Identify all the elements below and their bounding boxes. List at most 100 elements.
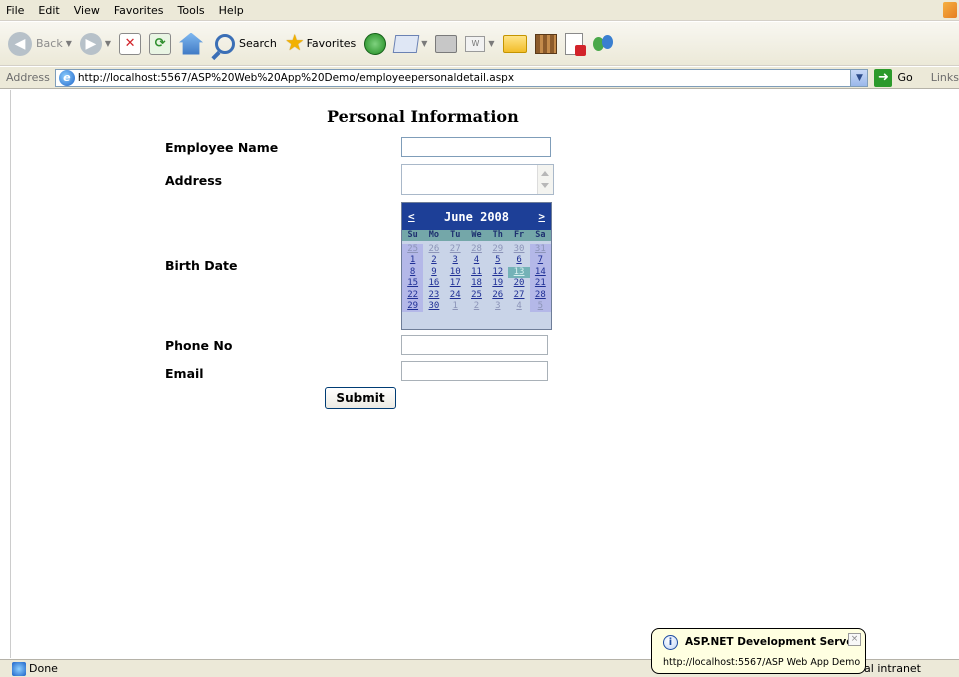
calendar-day[interactable]: 27	[508, 290, 529, 301]
calendar-day[interactable]: 10	[445, 267, 466, 278]
calendar-month: June 2008	[443, 209, 510, 224]
address-input[interactable]: e http://localhost:5567/ASP%20Web%20App%…	[54, 68, 869, 87]
go-arrow-icon: ➜	[874, 68, 893, 87]
mail-icon	[393, 34, 420, 53]
security-zone: al intranet	[864, 662, 921, 675]
refresh-icon: ⟳	[149, 32, 172, 55]
refresh-button[interactable]: ⟳	[149, 32, 172, 55]
calendar-day[interactable]: 6	[508, 255, 529, 266]
print-icon	[435, 34, 458, 53]
search-button[interactable]: Search	[215, 33, 277, 54]
birth-date-calendar: < June 2008 > Su Mo Tu We Th Fr Sa 25 26 2…	[401, 202, 552, 330]
calendar-day[interactable]: 14	[529, 266, 551, 279]
notification-balloon[interactable]: i ASP.NET Development Server × http://lo…	[651, 628, 866, 674]
favorites-button[interactable]: ★ Favorites	[285, 32, 356, 55]
pdf-button[interactable]	[564, 32, 586, 56]
calendar-day[interactable]: 11	[466, 267, 487, 278]
forward-button[interactable]: ▶ ▼	[79, 32, 111, 55]
calendar-day[interactable]: 30	[508, 244, 529, 255]
calendar-day[interactable]: 26	[423, 244, 444, 255]
mail-button[interactable]: ▼	[393, 34, 427, 53]
history-button[interactable]	[364, 32, 387, 55]
address-scrollbar[interactable]	[537, 165, 553, 194]
print-button[interactable]	[435, 34, 458, 53]
calendar-day[interactable]: 16	[423, 278, 444, 289]
calendar-next-link[interactable]: >	[538, 210, 545, 223]
calendar-day[interactable]: 29	[402, 300, 424, 313]
calendar-day[interactable]: 5	[529, 300, 551, 313]
home-icon	[179, 32, 204, 55]
calendar-day[interactable]: 26	[487, 290, 508, 301]
go-label: Go	[897, 71, 913, 84]
calendar-day[interactable]: 3	[445, 255, 466, 266]
address-url: http://localhost:5567/ASP%20Web%20App%20…	[77, 71, 515, 84]
calendar-day[interactable]: 9	[423, 267, 444, 278]
stop-button[interactable]: ✕	[119, 32, 142, 55]
calendar-day[interactable]: 3	[487, 301, 508, 312]
edit-dropdown-icon[interactable]: ▼	[488, 39, 494, 48]
calendar-day[interactable]: 15	[402, 278, 424, 290]
back-dropdown-icon[interactable]: ▼	[66, 39, 72, 48]
folder-button[interactable]	[502, 34, 527, 53]
calendar-day[interactable]: 28	[466, 244, 487, 255]
calendar-day[interactable]: 24	[445, 290, 466, 301]
calendar-day[interactable]: 30	[423, 301, 444, 312]
research-button[interactable]	[534, 33, 557, 54]
mail-dropdown-icon[interactable]: ▼	[421, 39, 427, 48]
calendar-day[interactable]: 5	[487, 255, 508, 266]
page-title: Personal Information	[327, 107, 519, 126]
phone-input[interactable]	[401, 335, 548, 355]
calendar-day[interactable]: 17	[445, 278, 466, 289]
calendar-day[interactable]: 1	[445, 301, 466, 312]
calendar-day[interactable]: 21	[529, 278, 551, 290]
submit-button[interactable]: Submit	[325, 387, 396, 409]
calendar-day[interactable]: 19	[487, 278, 508, 289]
calendar-day[interactable]: 2	[466, 301, 487, 312]
email-input[interactable]	[401, 361, 548, 381]
address-textarea[interactable]	[401, 164, 554, 195]
scroll-down-icon[interactable]	[541, 183, 549, 188]
calendar-day[interactable]: 20	[508, 278, 529, 289]
back-label: Back	[36, 37, 63, 50]
calendar-day[interactable]: 1	[402, 255, 424, 267]
calendar-day[interactable]: 4	[466, 255, 487, 266]
calendar-day[interactable]: 31	[529, 244, 551, 256]
menu-file[interactable]: File	[6, 4, 24, 17]
scroll-up-icon[interactable]	[541, 171, 549, 176]
menu-help[interactable]: Help	[219, 4, 244, 17]
calendar-day[interactable]: 8	[402, 266, 424, 279]
calendar-day[interactable]: 4	[508, 301, 529, 312]
employee-name-input[interactable]	[401, 137, 551, 157]
address-label: Address	[6, 71, 50, 84]
calendar-day[interactable]: 23	[423, 290, 444, 301]
menu-view[interactable]: View	[74, 4, 100, 17]
links-button[interactable]: Links	[931, 71, 959, 84]
back-button[interactable]: ◀ Back ▼	[8, 31, 72, 56]
calendar-day[interactable]: 12	[487, 267, 508, 278]
edit-button[interactable]: W ▼	[465, 35, 495, 52]
folder-icon	[502, 34, 527, 53]
home-button[interactable]	[179, 32, 204, 55]
calendar-day[interactable]: 29	[487, 244, 508, 255]
calendar-day[interactable]: 7	[529, 255, 551, 267]
day-header: Mo	[428, 230, 440, 240]
calendar-day[interactable]: 27	[445, 244, 466, 255]
calendar-day[interactable]: 2	[423, 255, 444, 266]
calendar-day[interactable]: 28	[529, 289, 551, 301]
menu-tools[interactable]: Tools	[178, 4, 205, 17]
menu-favorites[interactable]: Favorites	[114, 4, 164, 17]
calendar-day-headers: Su Mo Tu We Th Fr Sa	[402, 230, 551, 241]
calendar-day[interactable]: 25	[402, 244, 424, 256]
calendar-day[interactable]: 18	[466, 278, 487, 289]
calendar-day[interactable]: 25	[466, 290, 487, 301]
menu-edit[interactable]: Edit	[38, 4, 59, 17]
calendar-day[interactable]: 13	[508, 266, 530, 279]
calendar-day[interactable]: 22	[402, 289, 424, 301]
messenger-button[interactable]	[591, 33, 615, 55]
go-button[interactable]: ➜ Go	[874, 68, 913, 87]
day-header: We	[471, 230, 482, 240]
balloon-close-icon[interactable]: ×	[848, 633, 861, 646]
calendar-prev-link[interactable]: <	[408, 210, 415, 223]
forward-dropdown-icon[interactable]: ▼	[105, 39, 111, 48]
address-dropdown-icon[interactable]: ▼	[850, 69, 868, 86]
